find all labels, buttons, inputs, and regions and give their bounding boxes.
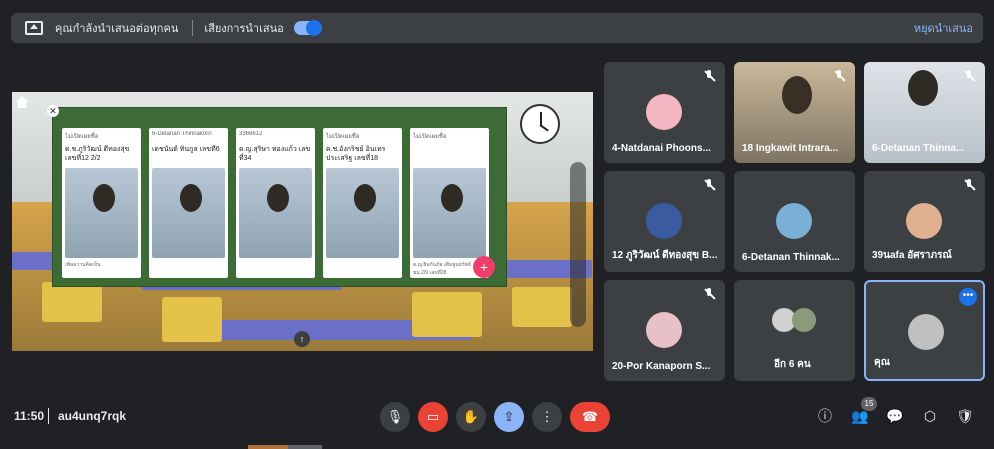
participant-name: 20-Por Kanaporn S... xyxy=(612,361,711,372)
card-author: ไม่เปิดเผยชื่อ xyxy=(413,134,447,140)
card-author: ไม่เปิดเผยชื่อ xyxy=(326,134,360,140)
mic-off-icon xyxy=(833,70,845,82)
arrow-up-icon[interactable]: ↑ xyxy=(294,331,310,347)
card-author: ไม่เปิดเผยชื่อ xyxy=(65,134,99,140)
control-bar: 11:50 au4unq7rqk 🎙 ▭ ✋ ⇪ ⋮ ☎ ⓘ 👥 💬 ⬡ 🛡 xyxy=(0,395,994,439)
avatar xyxy=(908,314,944,350)
present-now-button[interactable]: ⇪ xyxy=(494,402,524,432)
presentation-audio-toggle[interactable] xyxy=(293,20,322,36)
padlet-card[interactable]: ไม่เปิดเผยชื่อ ด.ญ.ยินกันภัส เพิ่มพูนทรั… xyxy=(410,128,489,278)
card-title xyxy=(413,145,486,165)
taskbar-indicator xyxy=(288,445,322,449)
participant-tile[interactable]: 4-Natdanai Phoons... xyxy=(604,62,725,163)
stool xyxy=(512,287,572,327)
present-screen-icon xyxy=(25,21,43,35)
card-title: ด.ช.อังกริชย์ อินเทร ประเสริฐ เลขที่18 xyxy=(326,146,386,162)
participant-tile[interactable]: 6-Detanan Thinnak... xyxy=(734,171,855,272)
presenting-bar: คุณกำลังนำเสนอต่อทุกคน เสียงการนำเสนอ หย… xyxy=(11,13,983,43)
clock-time: 11:50 xyxy=(14,409,45,423)
others-tile[interactable]: อีก 6 คน xyxy=(734,280,855,381)
padlet-card[interactable]: 6-Detanan Thinnakorn เดชนันต์ ทินกูล เลข… xyxy=(149,128,228,278)
participant-name: 4-Natdanai Phoons... xyxy=(612,143,711,154)
activities-icon[interactable]: ⬡ xyxy=(919,405,941,427)
card-title: ด.ญ.สุริษา ทองแก้ว เลขที่34 xyxy=(239,146,311,162)
camera-off-button[interactable]: ▭ xyxy=(418,402,448,432)
stool xyxy=(162,297,222,342)
microphone-button[interactable]: 🎙 xyxy=(380,402,410,432)
card-title: ด.ช.ภูริวัฒน์ ดีทองสุข เลขที่12 2/2 xyxy=(65,146,130,162)
presenting-text: คุณกำลังนำเสนอต่อทุกคน xyxy=(55,23,179,35)
more-options-icon[interactable]: ••• xyxy=(959,288,977,306)
card-title: เดชนันต์ ทินกูล เลขที่6 xyxy=(152,146,220,153)
mic-off-icon xyxy=(703,288,715,300)
student-photo xyxy=(65,168,138,258)
avatar xyxy=(646,312,682,348)
student-photo xyxy=(152,168,225,258)
divider xyxy=(192,20,194,36)
self-tile[interactable]: ••• คุณ xyxy=(864,280,985,381)
participant-name: 6-Detanan Thinna... xyxy=(872,143,965,154)
mic-off-icon xyxy=(963,70,975,82)
avatar xyxy=(646,203,682,239)
stool xyxy=(42,282,102,322)
participant-tile[interactable]: 20-Por Kanaporn S... xyxy=(604,280,725,381)
participant-tile[interactable]: 6-Detanan Thinna... xyxy=(864,62,985,163)
card-footer: เพิ่มความคิดเห็น xyxy=(65,262,101,268)
add-post-button[interactable]: + xyxy=(473,256,495,278)
padlet-card[interactable]: ไม่เปิดเผยชื่อ ด.ช.ภูริวัฒน์ ดีทองสุข เล… xyxy=(62,128,141,278)
stop-presenting-button[interactable]: หยุดนำเสนอ xyxy=(914,19,973,37)
participant-name: คุณ xyxy=(874,357,890,368)
padlet-card[interactable]: 3366612 ด.ญ.สุริษา ทองแก้ว เลขที่34 xyxy=(236,128,315,278)
taskbar-indicator xyxy=(248,445,288,449)
avatar xyxy=(906,203,942,239)
avatar xyxy=(792,308,816,332)
participant-name: 6-Detanan Thinnak... xyxy=(742,252,840,263)
participant-video xyxy=(908,70,938,106)
people-count-badge: 15 xyxy=(861,397,877,411)
stool xyxy=(412,292,482,337)
meeting-details-icon[interactable]: ⓘ xyxy=(814,405,836,427)
participant-video xyxy=(782,76,812,114)
participant-name: 18 Ingkawit Intrara... xyxy=(742,143,839,154)
clock-icon xyxy=(520,104,560,144)
participant-name: 12 ภูริวัฒน์ ดีทองสุข B... xyxy=(612,250,718,261)
card-author: 6-Detanan Thinnakorn xyxy=(152,131,212,137)
shared-screen: ✕ ไม่เปิดเผยชื่อ ด.ช.ภูริวัฒน์ ดีทองสุข … xyxy=(12,92,593,351)
presentation-audio-label: เสียงการนำเสนอ xyxy=(204,23,284,35)
padlet-card[interactable]: ไม่เปิดเผยชื่อ ด.ช.อังกริชย์ อินเทร ประเ… xyxy=(323,128,402,278)
avatar xyxy=(776,203,812,239)
board-side-toolbar[interactable] xyxy=(570,162,586,327)
mic-off-icon xyxy=(703,179,715,191)
student-photo xyxy=(326,168,399,258)
raise-hand-button[interactable]: ✋ xyxy=(456,402,486,432)
mic-off-icon xyxy=(703,70,715,82)
student-photo xyxy=(413,168,486,258)
card-author: 3366612 xyxy=(239,131,263,137)
padlet-cards: ไม่เปิดเผยชื่อ ด.ช.ภูริวัฒน์ ดีทองสุข เล… xyxy=(62,128,489,278)
participant-name: อีก 6 คน xyxy=(774,359,811,370)
participant-name: 39นafa อัศราภรณ์ xyxy=(872,250,952,261)
participant-tile[interactable]: 12 ภูริวัฒน์ ดีทองสุข B... xyxy=(604,171,725,272)
close-icon[interactable]: ✕ xyxy=(47,105,59,117)
mic-off-icon xyxy=(963,179,975,191)
chat-icon[interactable]: 💬 xyxy=(884,405,906,427)
leave-call-button[interactable]: ☎ xyxy=(570,402,610,432)
more-options-button[interactable]: ⋮ xyxy=(532,402,562,432)
divider xyxy=(48,408,49,424)
avatar xyxy=(646,94,682,130)
participant-tile[interactable]: 18 Ingkawit Intrara... xyxy=(734,62,855,163)
participant-tile[interactable]: 39นafa อัศราภรณ์ xyxy=(864,171,985,272)
meeting-code: au4unq7rqk xyxy=(58,409,127,423)
student-photo xyxy=(239,168,312,258)
host-controls-icon[interactable]: 🛡 xyxy=(954,405,976,427)
